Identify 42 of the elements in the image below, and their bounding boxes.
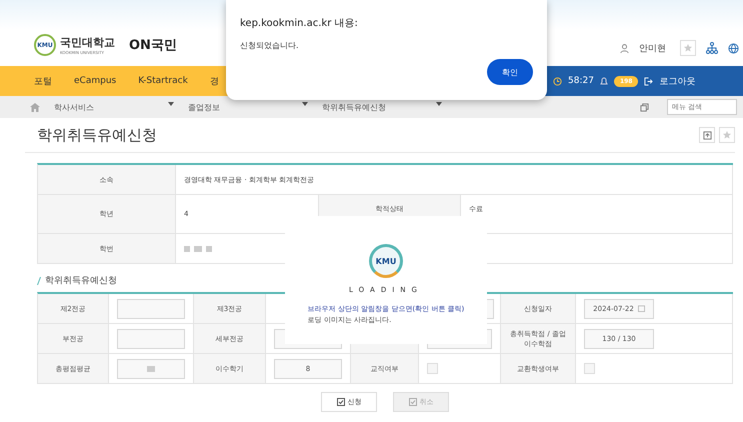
section-mark-icon: [37, 276, 41, 284]
star-icon: [723, 131, 731, 139]
input-field[interactable]: [117, 298, 185, 318]
nav-link[interactable]: 포털: [34, 74, 52, 88]
checklist-icon: [408, 398, 416, 406]
checkbox[interactable]: [427, 363, 438, 374]
upload-icon: [702, 130, 712, 140]
confirm-button[interactable]: 확인: [487, 59, 533, 85]
user-icon: [620, 44, 629, 52]
nav-link[interactable]: 경: [210, 74, 219, 88]
caret-icon: [168, 102, 174, 106]
copy-icon[interactable]: [640, 102, 649, 112]
redacted-value: [184, 246, 212, 252]
favorite-button[interactable]: [680, 40, 696, 56]
user-name: 안미현: [639, 42, 666, 54]
section-title: 학위취득유예신청: [45, 275, 117, 287]
export-button[interactable]: [699, 127, 715, 143]
breadcrumb-item[interactable]: 졸업정보: [188, 102, 220, 112]
sitemap-icon[interactable]: [706, 42, 718, 54]
dialog-title: kep.kookmin.ac.kr 내용:: [240, 17, 359, 30]
globe-icon[interactable]: [728, 42, 739, 54]
checkbox[interactable]: [584, 363, 595, 374]
logout-icon: [644, 76, 654, 86]
breadcrumb-item[interactable]: 학위취득유예신청: [322, 102, 386, 112]
bell-icon[interactable]: [600, 76, 608, 86]
logo-emblem: KMU: [369, 244, 403, 278]
service-name: ON국민: [129, 37, 177, 54]
logo-name: 국민대학교: [60, 35, 115, 50]
checklist-icon: [336, 398, 344, 406]
logout-link[interactable]: 로그아웃: [659, 74, 696, 88]
home-icon[interactable]: [30, 102, 40, 112]
input-field[interactable]: [117, 328, 185, 348]
breadcrumb-item[interactable]: 학사서비스: [54, 102, 94, 112]
calendar-icon[interactable]: [638, 305, 645, 312]
dialog-message: 신청되었습니다.: [240, 40, 300, 51]
star-icon: [684, 44, 692, 52]
page-title: 학위취득유예신청: [37, 126, 158, 144]
session-timer: 58:27: [568, 76, 594, 86]
nav-link[interactable]: K-Startrack: [138, 76, 188, 86]
input-field[interactable]: [117, 358, 185, 378]
nav-link[interactable]: eCampus: [74, 76, 116, 86]
clock-icon: [553, 76, 562, 86]
